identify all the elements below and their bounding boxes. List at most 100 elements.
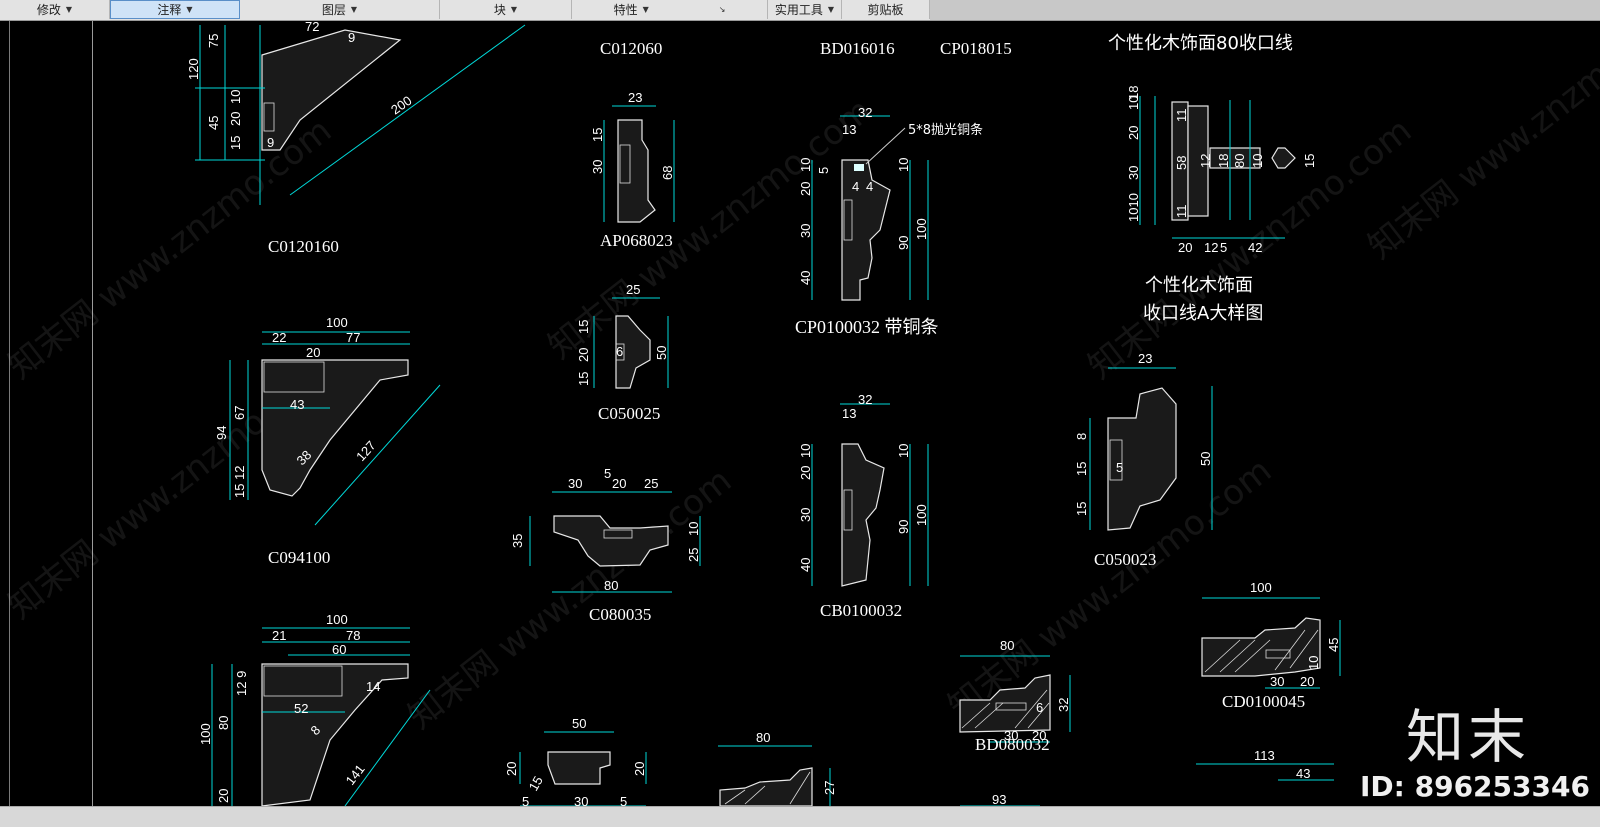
part-label: BD080032	[975, 735, 1050, 754]
dim-text: 78	[346, 628, 360, 643]
dim-text: 100	[914, 218, 929, 240]
dim-text: 30	[1270, 674, 1284, 689]
dim-text: 10	[1306, 656, 1321, 670]
copper-strip	[854, 164, 864, 171]
dim-text: 15	[576, 372, 591, 386]
dim-text: 11	[1174, 205, 1189, 219]
dim-text: 20	[1300, 674, 1314, 689]
part-label: C012060	[600, 39, 662, 58]
detail-c094100: 100 22 77 20 94 67 43 15 12 38 127 C0941…	[214, 315, 441, 567]
chevron-down-icon: ▼	[510, 5, 518, 14]
dim-text: 15	[228, 136, 243, 150]
chevron-down-icon: ▼	[642, 5, 649, 14]
dim-text: 25	[644, 476, 658, 491]
dim-text: 15	[526, 773, 546, 793]
dim-text: 43	[1296, 766, 1310, 781]
profile-shape	[1271, 147, 1296, 169]
panel-properties-button[interactable]: 特性 ▼ ↘	[572, 0, 768, 19]
expand-arrow-icon[interactable]: ↘	[719, 5, 726, 14]
dim-text: 10	[686, 522, 701, 536]
dim-text: 50	[1198, 452, 1213, 466]
chevron-down-icon: ▼	[65, 5, 73, 14]
dim-text: 75	[206, 34, 221, 48]
part-label: C080035	[589, 605, 651, 624]
dim-text: 12	[1204, 240, 1218, 255]
panel-block-label: 块	[493, 3, 506, 17]
dim-text: 100	[1250, 580, 1272, 595]
dim-text: 30	[568, 476, 582, 491]
dim-text: 141	[343, 762, 368, 788]
dim-text: 8	[1074, 433, 1089, 440]
dim-text: 12	[1198, 154, 1213, 168]
dim-text: 10	[896, 158, 911, 172]
dim-text: 1010	[1126, 193, 1141, 222]
watermark-text: 知末网 www.znzmo.com	[401, 461, 739, 737]
ribbon-empty-area	[930, 0, 1600, 20]
detail-title: 个性化木饰面	[1145, 275, 1253, 296]
dim-text: 68	[660, 166, 675, 180]
panel-annotate-button[interactable]: 注释 ▼	[110, 0, 240, 19]
panel-clipboard-button[interactable]: 剪贴板	[842, 0, 930, 19]
dim-text: 93	[992, 792, 1006, 806]
dim-text: 32	[858, 105, 872, 120]
dim-text: 23	[1138, 351, 1152, 366]
detail-cb0100032: 32 13 10 20 30 40 10 90 100 CB0100032	[798, 392, 929, 620]
panel-layers-button[interactable]: 图层 ▼	[240, 0, 440, 19]
dim-text: 4	[866, 179, 873, 194]
dim-text: 80	[216, 716, 231, 730]
detail-cd0100045: 100 45 30 20 10 CD0100045	[1201, 580, 1341, 711]
dim-text: 20	[228, 112, 243, 126]
panel-modify-button[interactable]: 修改 ▼	[0, 0, 110, 19]
profile-shape	[261, 663, 409, 806]
brand-logo: 知末	[1406, 703, 1531, 771]
dim-text: 18	[1126, 86, 1141, 100]
profile-shape	[841, 443, 885, 587]
dim-text: 45	[206, 116, 221, 130]
dim-text: 20	[1126, 126, 1141, 140]
dim-text: 27	[822, 781, 837, 795]
dim-text: 40	[798, 271, 813, 285]
dim-text: 80	[1232, 154, 1247, 168]
annotation-note: 5*8抛光铜条	[908, 122, 983, 138]
chevron-down-icon: ▼	[350, 5, 358, 14]
dim-text: 5	[1116, 460, 1123, 475]
dim-text: 6	[616, 344, 623, 359]
profile-shape	[261, 359, 409, 497]
dim-text: 45	[1326, 638, 1341, 652]
panel-utilities-button[interactable]: 实用工具 ▼	[768, 0, 842, 19]
panel-clipboard-label: 剪贴板	[867, 3, 904, 17]
dim-text: 80	[1000, 638, 1014, 653]
dim-text: 94	[214, 426, 229, 440]
dim-text: 90	[896, 236, 911, 250]
dim-text: 30	[798, 508, 813, 522]
detail-bottom-1: 50 20 20 15 5 30 5	[504, 716, 647, 806]
chevron-down-icon: ▼	[827, 5, 835, 14]
panel-annotate-label: 注释	[157, 3, 182, 17]
dim-text: 11	[1174, 109, 1189, 123]
dim-text: 15	[1074, 502, 1089, 516]
drawing-canvas[interactable]: 知末网 www.znzmo.com 知末网 www.znzmo.com 知末网 …	[0, 21, 1600, 806]
dim-text: 5	[816, 167, 831, 174]
dim-text: 15	[590, 128, 605, 142]
dim-text: 42	[1248, 240, 1262, 255]
dim-text: 30	[574, 794, 588, 806]
dim-text: 20	[216, 789, 231, 803]
dim-text: 113	[1254, 748, 1275, 763]
detail-bottom-3: 93 113 43	[960, 748, 1334, 806]
panel-block-button[interactable]: 块 ▼	[440, 0, 572, 19]
dim-text: 23	[628, 90, 642, 105]
profile-shape	[1107, 387, 1177, 531]
part-label: C050023	[1094, 550, 1156, 569]
dim-text: 30	[1126, 166, 1141, 180]
dim-text: 20	[576, 348, 591, 362]
dim-text: 25	[686, 548, 701, 562]
dim-text: 14	[366, 679, 380, 694]
dim-text: 43	[290, 397, 304, 412]
profile-shape	[547, 751, 611, 785]
panel-modify-label: 修改	[36, 3, 61, 17]
dim-text: 10	[798, 444, 813, 458]
ribbon-panel-bar: 修改 ▼ 注释 ▼ 图层 ▼ 块 ▼ 特性 ▼ ↘ 实用工具 ▼ 剪贴板	[0, 0, 1600, 21]
dim-text: 200	[388, 93, 414, 118]
dim-text: 15 12	[232, 465, 247, 498]
dim-text: 77	[346, 330, 360, 345]
